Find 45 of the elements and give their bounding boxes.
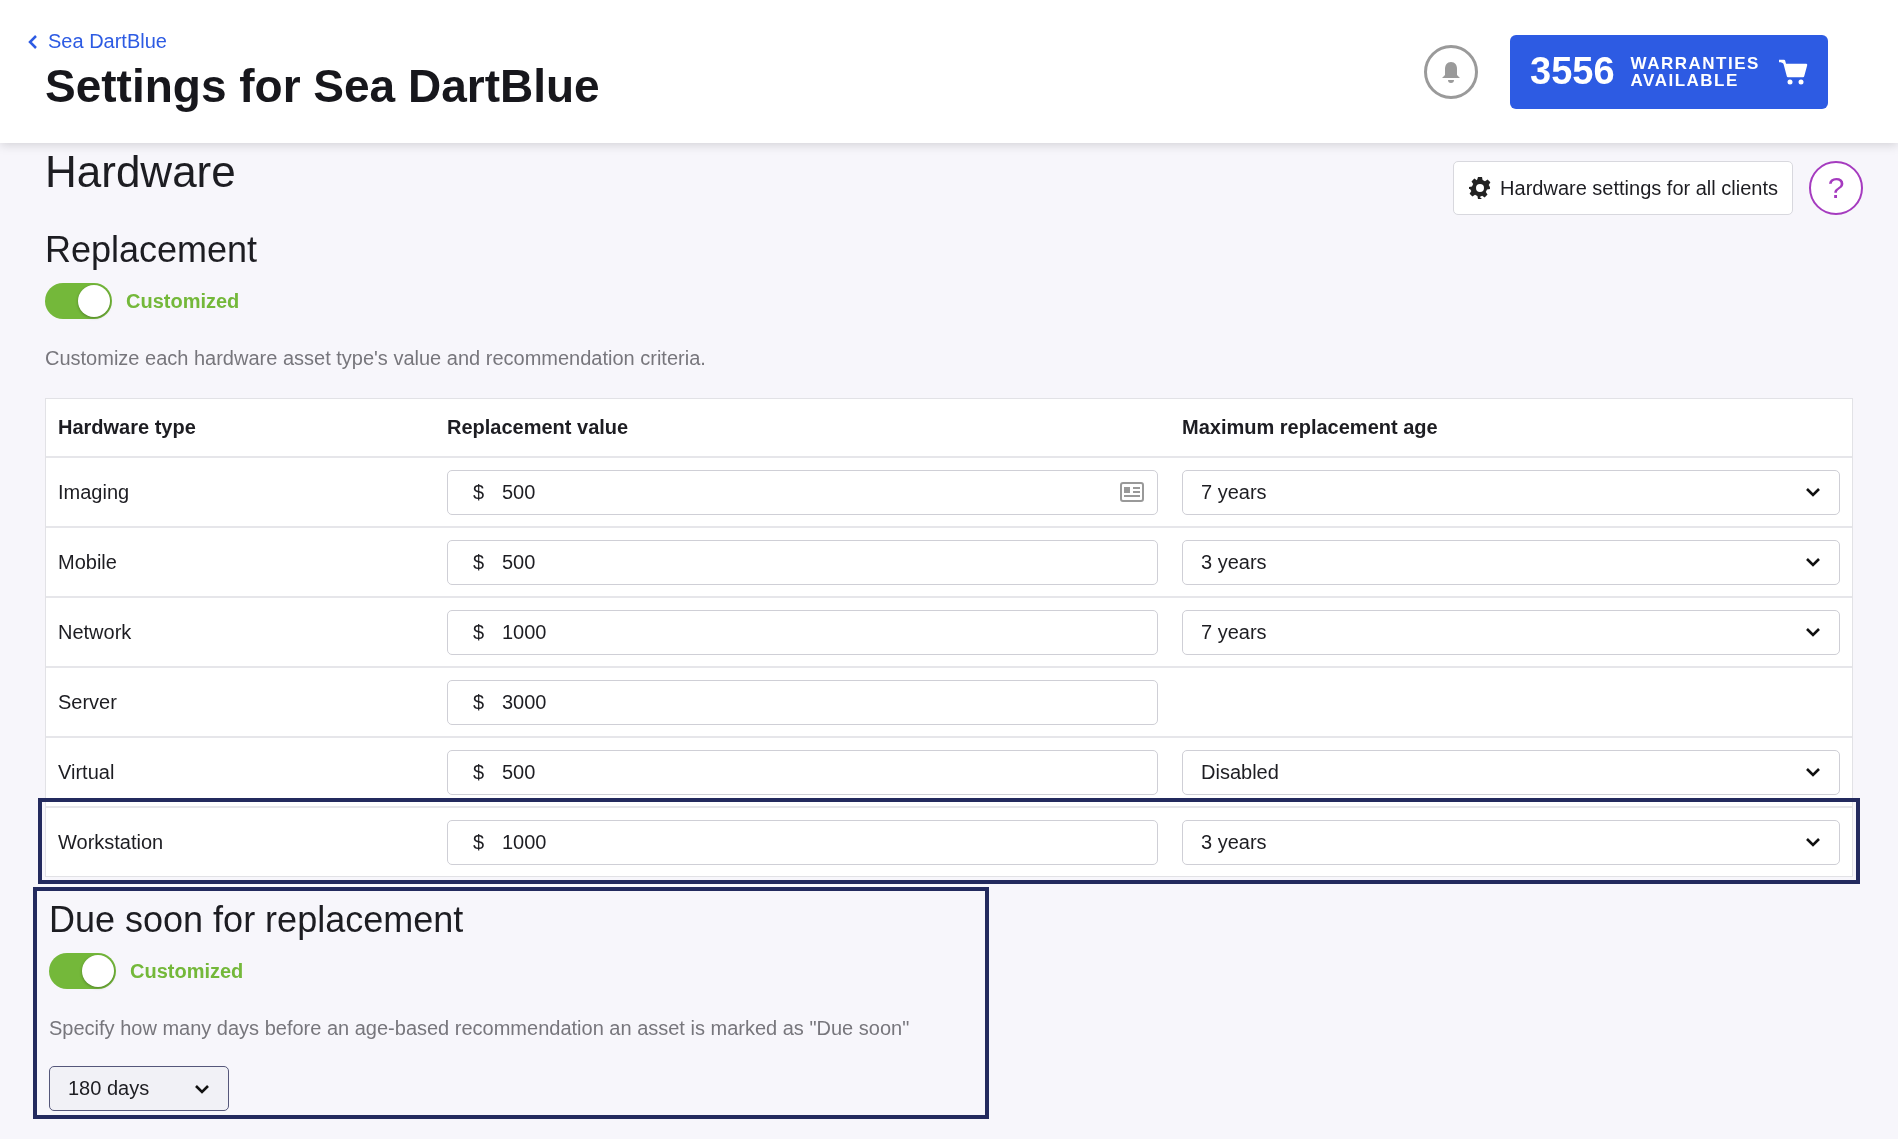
section-title: Hardware xyxy=(45,147,236,197)
currency-symbol: $ xyxy=(473,760,485,784)
chevron-down-icon xyxy=(1805,837,1821,847)
age-select[interactable]: 3 years xyxy=(1182,539,1840,585)
currency-symbol: $ xyxy=(473,830,485,854)
subsection-title: Replacement xyxy=(45,229,259,271)
chevron-left-icon xyxy=(28,33,38,50)
toggle-switch[interactable] xyxy=(49,953,116,989)
column-header: Replacement value xyxy=(447,416,630,439)
table-cell-text: Virtual xyxy=(58,760,116,784)
toggle-label: Customized xyxy=(126,289,240,313)
days-select[interactable]: 180 days xyxy=(49,1066,229,1111)
page-title: Settings for Sea DartBlue xyxy=(45,59,600,113)
help-button[interactable]: ? xyxy=(1809,161,1863,215)
chevron-down-icon xyxy=(1805,487,1821,497)
table-cell-text: Network xyxy=(58,620,133,644)
currency-symbol: $ xyxy=(473,690,485,714)
column-header: Maximum replacement age xyxy=(1182,416,1439,439)
gear-icon xyxy=(1468,176,1493,200)
chevron-down-icon xyxy=(194,1083,210,1094)
chevron-down-icon xyxy=(1805,627,1821,637)
description-text: Customize each hardware asset type's value and recommendation criteria. xyxy=(45,347,707,370)
age-select[interactable]: 7 years xyxy=(1182,469,1840,515)
table-cell-text: Imaging xyxy=(58,480,131,504)
notifications-button[interactable] xyxy=(1424,44,1478,99)
toggle-label: Customized xyxy=(130,959,244,983)
currency-symbol: $ xyxy=(473,550,485,574)
currency-symbol: $ xyxy=(473,620,485,644)
breadcrumb-link[interactable]: Sea DartBlue xyxy=(28,30,600,53)
subsection-title: Due soon for replacement xyxy=(49,899,465,941)
all-clients-settings-button[interactable]: Hardware settings for all clients xyxy=(1453,161,1793,215)
age-select[interactable]: 3 years xyxy=(1182,819,1840,865)
table-cell-text: Server xyxy=(58,690,118,714)
bell-icon xyxy=(1440,59,1462,84)
chevron-down-icon xyxy=(1805,767,1821,777)
age-select[interactable]: 7 years xyxy=(1182,609,1840,655)
currency-symbol: $ xyxy=(473,480,485,504)
cart-icon xyxy=(1778,57,1808,86)
table-cell-text: Workstation xyxy=(58,830,165,854)
toggle-switch[interactable] xyxy=(45,283,112,319)
chevron-down-icon xyxy=(1805,557,1821,567)
table-cell-text: Mobile xyxy=(58,550,118,574)
description-text: Specify how many days before an age-based recommendation an asset is marked as "Due soon" xyxy=(49,1017,911,1040)
age-select[interactable]: Disabled xyxy=(1182,749,1840,795)
column-header: Hardware type xyxy=(58,416,197,439)
